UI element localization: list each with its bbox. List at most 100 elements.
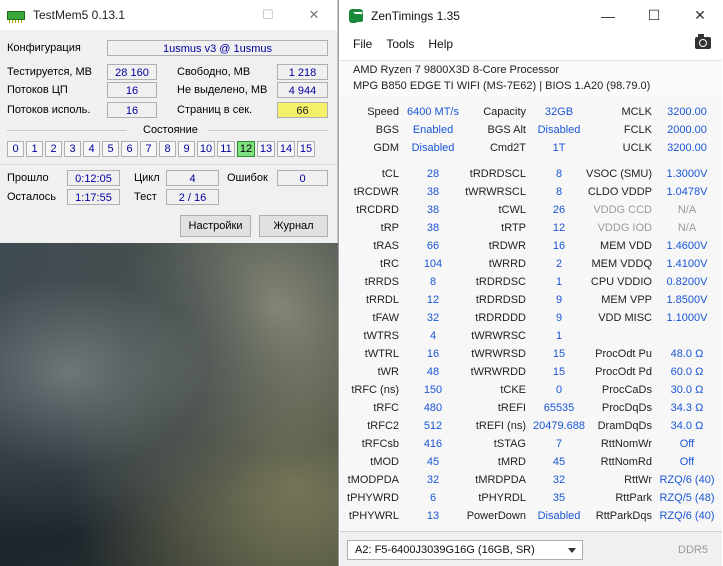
menu-tools[interactable]: Tools bbox=[386, 37, 414, 51]
timing-label: PowerDown bbox=[466, 510, 526, 522]
timing-label: tWRWRDD bbox=[470, 366, 526, 378]
timing-value: 2000.00 bbox=[667, 124, 707, 136]
timing-value: 38 bbox=[426, 222, 440, 234]
timing-value: Off bbox=[679, 438, 695, 450]
timing-label: tWRWRSC bbox=[471, 330, 526, 342]
timing-value: 16 bbox=[426, 348, 440, 360]
timing-label: BGS Alt bbox=[487, 124, 526, 136]
timing-value: 26 bbox=[552, 204, 566, 216]
timing-value: 34.0 Ω bbox=[670, 420, 704, 432]
timing-value: N/A bbox=[677, 222, 697, 234]
timing-value: 1.8500V bbox=[666, 294, 708, 306]
timing-label: tMRD bbox=[497, 456, 526, 468]
menu-file[interactable]: File bbox=[353, 37, 372, 51]
unallocated-label: Не выделено, МВ bbox=[177, 84, 268, 96]
timing-label: tRDRDDD bbox=[475, 312, 526, 324]
timing-value: 6 bbox=[429, 492, 437, 504]
timing-value: 65535 bbox=[543, 402, 575, 414]
timing-value: 8 bbox=[555, 186, 563, 198]
timing-label: GDM bbox=[373, 142, 399, 154]
free-value: 1 218 bbox=[277, 64, 328, 80]
timing-value: 20479.688 bbox=[533, 420, 585, 432]
timing-value: 32GB bbox=[544, 106, 574, 118]
log-button[interactable]: Журнал bbox=[259, 215, 328, 237]
timing-label: tRCDRD bbox=[356, 204, 399, 216]
maximize-icon[interactable]: ☐ bbox=[631, 0, 677, 31]
timing-value: 15 bbox=[552, 366, 566, 378]
close-icon[interactable]: ✕ bbox=[677, 0, 723, 31]
pages-value: 66 bbox=[277, 102, 328, 118]
ram-module-icon bbox=[7, 10, 25, 23]
timing-value: 1T bbox=[552, 142, 566, 154]
timing-label: RttParkDqs bbox=[595, 510, 652, 522]
timing-value: 8 bbox=[429, 276, 437, 288]
dimm-select[interactable]: A2: F5-6400J3039G16G (16GB, SR) bbox=[347, 540, 583, 560]
timing-value: N/A bbox=[677, 204, 697, 216]
board-name: MPG B850 EDGE TI WIFI (MS-7E62) | BIOS 1… bbox=[353, 80, 651, 92]
timing-label: Cmd2T bbox=[489, 142, 526, 154]
thread-box: 13 bbox=[257, 141, 275, 157]
tested-value: 28 160 bbox=[107, 64, 157, 80]
close-icon[interactable]: ✕ bbox=[291, 0, 337, 30]
testmem-titlebar[interactable]: TestMem5 0.13.1 ☐ ✕ bbox=[0, 0, 337, 30]
thread-box: 5 bbox=[102, 141, 119, 157]
timing-value: 15 bbox=[552, 348, 566, 360]
camera-icon[interactable] bbox=[695, 34, 711, 49]
free-label: Свободно, МВ bbox=[177, 66, 251, 78]
timing-value: 9 bbox=[555, 312, 563, 324]
timing-value: 150 bbox=[423, 384, 443, 396]
menu-help[interactable]: Help bbox=[428, 37, 453, 51]
dimm-select-value: A2: F5-6400J3039G16G (16GB, SR) bbox=[355, 544, 535, 556]
timing-label: tRDRDSC bbox=[475, 276, 526, 288]
config-label: Конфигурация bbox=[7, 42, 81, 54]
timing-label: RttPark bbox=[615, 492, 652, 504]
state-label: Состояние bbox=[143, 124, 198, 136]
timing-label: tWR bbox=[377, 366, 399, 378]
timing-value: 38 bbox=[426, 186, 440, 198]
timing-value: RZQ/6 (40) bbox=[659, 510, 715, 522]
timing-label: tRAS bbox=[373, 240, 399, 252]
timing-value: 1.4600V bbox=[666, 240, 708, 252]
timing-value: 1 bbox=[555, 330, 563, 342]
pages-label: Страниц в сек. bbox=[177, 104, 253, 116]
thread-box: 10 bbox=[197, 141, 215, 157]
timing-value: 104 bbox=[423, 258, 443, 270]
maximize-icon[interactable]: ☐ bbox=[245, 0, 291, 30]
remaining-value: 1:17:55 bbox=[67, 189, 120, 205]
testmem-window: TestMem5 0.13.1 ☐ ✕ Конфигурация 1usmus … bbox=[0, 0, 338, 243]
timing-value: 9 bbox=[555, 294, 563, 306]
timing-value: 12 bbox=[426, 294, 440, 306]
cpu-threads-value: 16 bbox=[107, 82, 157, 98]
cycle-value: 4 bbox=[166, 170, 219, 186]
timing-value: 8 bbox=[555, 168, 563, 180]
timing-value: 4 bbox=[429, 330, 437, 342]
timing-label: BGS bbox=[375, 124, 399, 136]
timing-label: tRFCsb bbox=[361, 438, 399, 450]
timing-label: tRP bbox=[380, 222, 399, 234]
timing-label: tREFI bbox=[497, 402, 526, 414]
timing-label: tRRDL bbox=[365, 294, 399, 306]
timing-label: CPU VDDIO bbox=[590, 276, 652, 288]
thread-box: 15 bbox=[297, 141, 315, 157]
timing-value: 3200.00 bbox=[667, 142, 707, 154]
timing-label: UCLK bbox=[622, 142, 652, 154]
timing-label: tPHYWRL bbox=[348, 510, 399, 522]
thread-box: 9 bbox=[178, 141, 195, 157]
timings-panel: Speed 6400 MT/s Capacity 32GB MCLK 3200.00 BGS… bbox=[340, 97, 722, 531]
thread-box: 6 bbox=[121, 141, 138, 157]
timing-value: 38 bbox=[426, 204, 440, 216]
timing-value: 45 bbox=[552, 456, 566, 468]
timing-value: 66 bbox=[426, 240, 440, 252]
timing-value: 1.3000V bbox=[666, 168, 708, 180]
timing-value: 2 bbox=[555, 258, 563, 270]
zentimings-titlebar[interactable]: ZenTimings 1.35 — ☐ ✕ bbox=[339, 0, 723, 31]
timing-value: 1 bbox=[555, 276, 563, 288]
timing-label: FCLK bbox=[623, 124, 652, 136]
timing-label: tFAW bbox=[372, 312, 399, 324]
timing-label: VDDG CCD bbox=[593, 204, 652, 216]
timing-label: RttNomWr bbox=[600, 438, 652, 450]
timing-label: MEM VDDQ bbox=[591, 258, 653, 270]
minimize-icon[interactable]: — bbox=[585, 0, 631, 31]
timing-label: tRDRDSCL bbox=[469, 168, 526, 180]
settings-button[interactable]: Настройки bbox=[180, 215, 251, 237]
